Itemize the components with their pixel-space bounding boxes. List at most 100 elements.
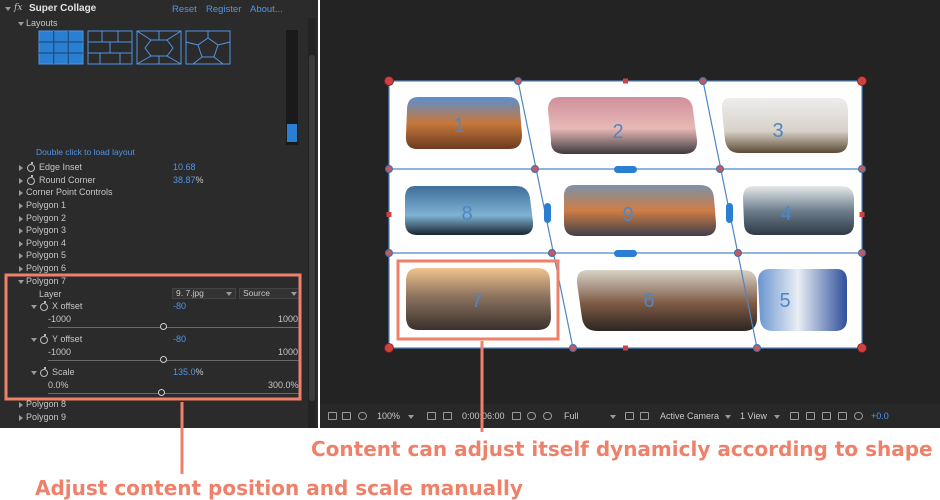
color-wheel-icon[interactable] <box>527 412 536 420</box>
scale-slider-track[interactable] <box>48 393 300 394</box>
chevron-down-icon[interactable] <box>725 415 731 419</box>
stopwatch-icon[interactable] <box>40 367 48 377</box>
cell-number: 1 <box>453 115 464 137</box>
region-icon[interactable] <box>427 412 436 420</box>
polygon-row[interactable]: Polygon 9 <box>0 412 308 425</box>
transparency-grid-icon[interactable] <box>443 412 452 420</box>
photo-cell[interactable] <box>563 185 717 236</box>
round-corner-value[interactable]: 38.87% <box>173 175 204 185</box>
layer-dropdown[interactable]: 9. 7.jpg <box>172 288 236 299</box>
photo-cell[interactable] <box>576 270 757 331</box>
x-offset-slider-track[interactable] <box>48 327 300 328</box>
stopwatch-icon[interactable] <box>27 162 35 172</box>
corner-point-twirl-icon[interactable] <box>19 190 23 196</box>
layout-icon[interactable] <box>806 412 815 420</box>
polygon-row[interactable]: Polygon 5 <box>0 250 308 263</box>
polygon-row[interactable]: Polygon 2 <box>0 213 308 226</box>
composition-viewport[interactable]: 1 2 3 8 9 4 7 6 5 <box>320 0 940 404</box>
effect-twirl-icon[interactable] <box>5 7 11 11</box>
cell-number: 3 <box>772 120 783 142</box>
draft-3d-icon[interactable] <box>822 412 831 420</box>
photo-cell[interactable] <box>758 269 847 331</box>
polygon-label: Polygon 6 <box>26 262 67 273</box>
polygon-twirl-icon[interactable] <box>19 265 23 272</box>
polygon-twirl-icon[interactable] <box>19 215 23 222</box>
grid-icon[interactable] <box>328 412 337 420</box>
polygon-row[interactable]: Polygon 1 <box>0 200 308 213</box>
layout-scroll-thumb[interactable] <box>287 124 297 142</box>
stopwatch-icon[interactable] <box>40 334 48 344</box>
flowchart-icon[interactable] <box>838 412 847 420</box>
transparency-icon[interactable] <box>640 412 649 420</box>
polygon-twirl-icon[interactable] <box>19 228 23 234</box>
source-dropdown[interactable]: Source <box>239 288 301 299</box>
y-offset-value[interactable]: -80 <box>173 334 186 344</box>
photo-cell[interactable] <box>743 186 854 235</box>
camera-dropdown[interactable]: Active Camera <box>660 411 719 421</box>
polygon-row[interactable]: Polygon 8 <box>0 399 308 412</box>
cell-number: 5 <box>779 290 790 312</box>
layout-bricks-icon[interactable] <box>87 30 133 65</box>
x-offset-slider-thumb[interactable] <box>160 323 168 330</box>
x-offset-twirl-icon[interactable] <box>31 305 37 309</box>
chevron-down-icon[interactable] <box>408 415 414 419</box>
exposure-value[interactable]: +0.0 <box>871 411 889 421</box>
polygon-twirl-icon[interactable] <box>19 414 23 421</box>
polygon-row[interactable]: Polygon 6 <box>0 263 308 276</box>
chevron-down-icon[interactable] <box>610 415 616 419</box>
polygon-row[interactable]: Polygon 3 <box>0 225 308 238</box>
fx-icon[interactable]: fx <box>14 3 22 13</box>
camera-icon[interactable] <box>512 412 521 420</box>
edge-inset-twirl-icon[interactable] <box>19 165 23 171</box>
resolution-dropdown[interactable]: Full <box>564 411 579 421</box>
cell-number: 6 <box>643 290 654 312</box>
chevron-down-icon[interactable] <box>774 415 780 419</box>
mask-icon[interactable] <box>358 412 367 420</box>
views-dropdown[interactable]: 1 View <box>740 411 767 421</box>
layout-radial-icon[interactable] <box>136 30 182 65</box>
x-offset-min: -1000 <box>48 314 72 324</box>
polygon-7-twirl-icon[interactable] <box>18 280 24 284</box>
panel-header: fx Super Collage Reset Register About... <box>0 0 310 18</box>
photo-cell[interactable] <box>721 98 848 153</box>
cell-number: 8 <box>461 203 472 225</box>
edge-inset-value[interactable]: 10.68 <box>173 162 196 172</box>
register-link[interactable]: Register <box>206 4 241 15</box>
y-offset-slider-track[interactable] <box>48 360 300 361</box>
about-link[interactable]: About... <box>250 4 283 15</box>
layouts-twirl-icon[interactable] <box>18 22 24 26</box>
y-offset-max: 1000 <box>278 347 299 357</box>
polygon-7-row[interactable]: Polygon 7 <box>0 276 308 289</box>
layout-grid-icon[interactable] <box>38 30 84 65</box>
polygon-label: Polygon 4 <box>26 237 67 248</box>
channels-icon[interactable] <box>543 412 552 420</box>
exposure-icon[interactable] <box>854 412 863 420</box>
polygon-row[interactable]: Polygon 4 <box>0 238 308 251</box>
round-corner-twirl-icon[interactable] <box>19 178 23 184</box>
cell-number: 2 <box>612 121 623 143</box>
scale-value[interactable]: 135.0% <box>173 367 204 377</box>
layer-row: Layer 9. 7.jpg Source <box>0 288 308 302</box>
effect-controls-panel: fx Super Collage Reset Register About...… <box>0 0 318 428</box>
timecode[interactable]: 0:00:06:00 <box>462 411 505 421</box>
collage-canvas[interactable]: 1 2 3 8 9 4 7 6 5 <box>320 0 940 404</box>
y-offset-slider-thumb[interactable] <box>160 356 168 363</box>
cell-number: 7 <box>471 290 482 312</box>
reset-link[interactable]: Reset <box>172 4 197 15</box>
stopwatch-icon[interactable] <box>40 301 48 311</box>
toggle-pixel-icon[interactable] <box>790 412 799 420</box>
monitor-icon[interactable] <box>342 412 351 420</box>
x-offset-value[interactable]: -80 <box>173 301 186 311</box>
scale-twirl-icon[interactable] <box>31 371 37 375</box>
polygon-twirl-icon[interactable] <box>19 253 23 259</box>
polygon-twirl-icon[interactable] <box>19 203 23 209</box>
layout-radial2-icon[interactable] <box>185 30 231 65</box>
zoom-dropdown[interactable]: 100% <box>377 411 400 421</box>
roi-icon[interactable] <box>625 412 634 420</box>
scale-slider-thumb[interactable] <box>157 389 165 396</box>
panel-scroll-thumb[interactable] <box>309 55 315 401</box>
stopwatch-icon[interactable] <box>27 175 35 185</box>
polygon-twirl-icon[interactable] <box>19 240 23 247</box>
polygon-twirl-icon[interactable] <box>19 402 23 408</box>
y-offset-twirl-icon[interactable] <box>31 338 37 342</box>
